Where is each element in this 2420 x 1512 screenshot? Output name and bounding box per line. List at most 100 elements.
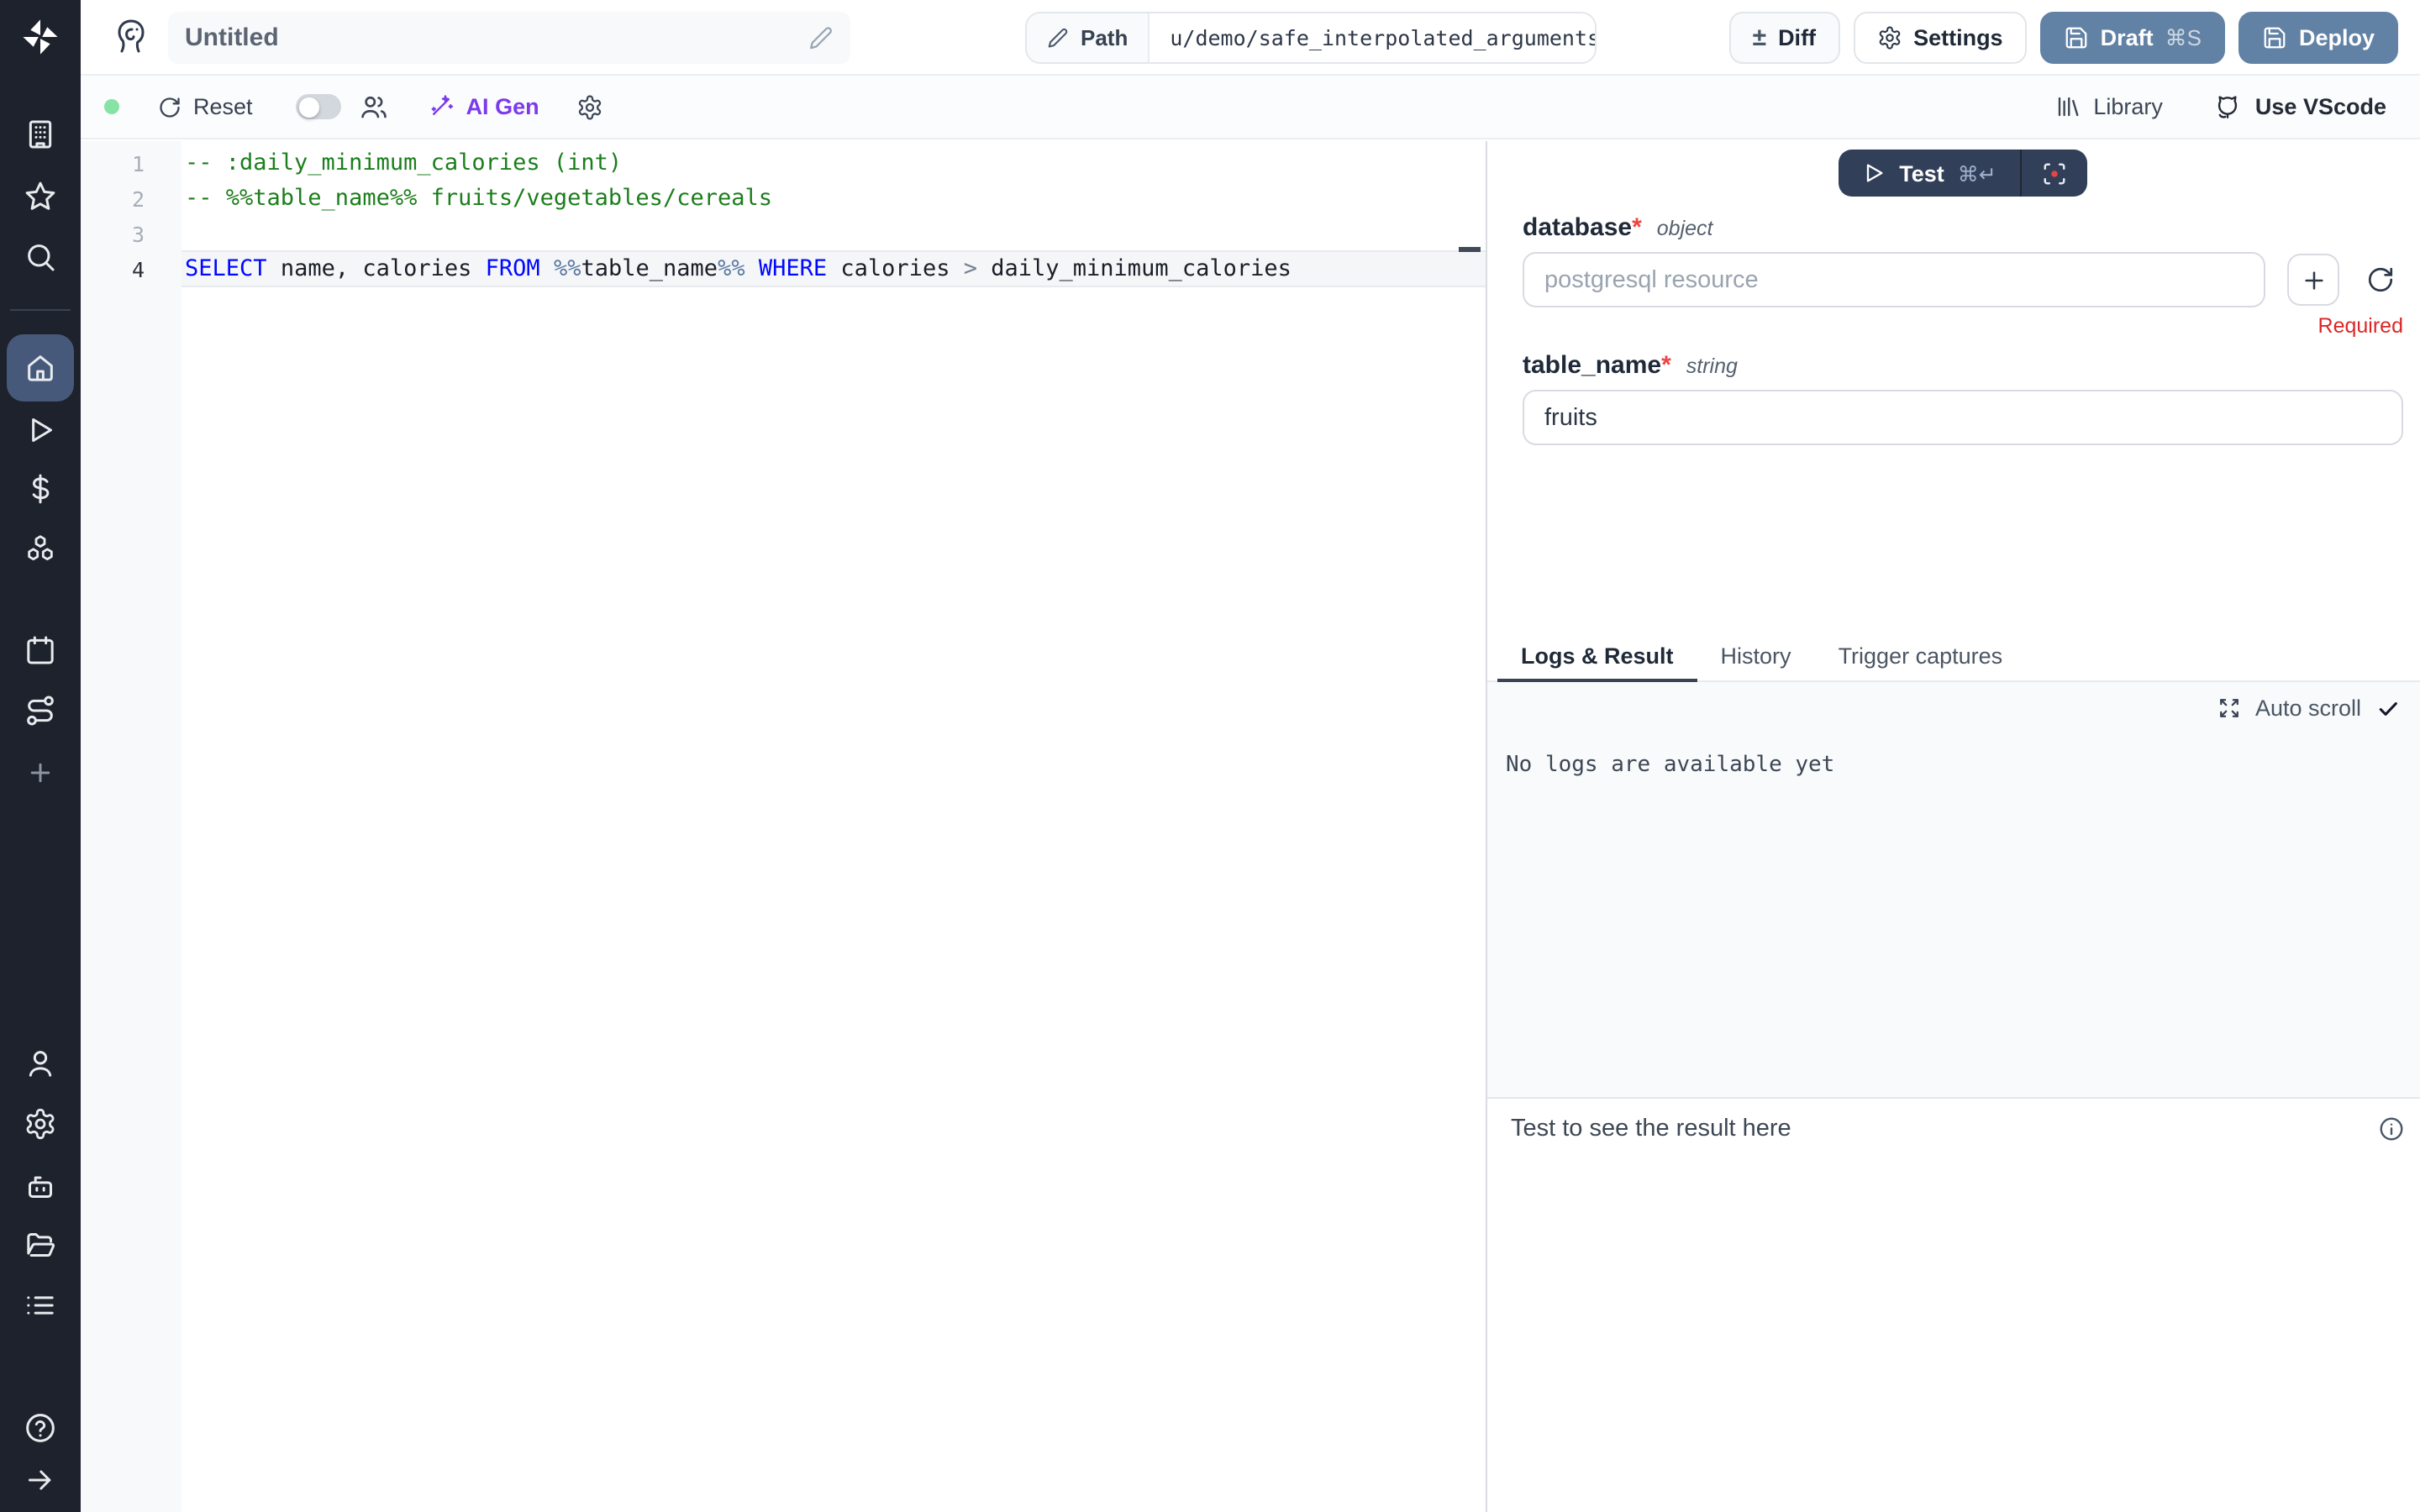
required-asterisk: * [1661, 351, 1671, 380]
required-note: Required [1523, 314, 2403, 339]
workspace: 1 2 3 4 -- :daily_minimum_calories (int)… [81, 141, 2420, 1512]
plus-icon [2300, 266, 2327, 293]
plus-icon [25, 758, 55, 788]
preview-bottom-panel: Logs & Result History Trigger captures [1487, 633, 2420, 1512]
settings-button[interactable]: Settings [1853, 12, 2027, 64]
user-icon [24, 1047, 57, 1080]
pencil-icon [1047, 27, 1069, 49]
windmill-logo[interactable] [7, 3, 74, 71]
diff-button[interactable]: ± Diff [1729, 12, 1839, 64]
draft-button[interactable]: Draft ⌘S [2040, 12, 2225, 64]
field-label: database [1523, 213, 1632, 242]
sidebar-item-home[interactable] [7, 334, 74, 402]
table-name-input[interactable] [1523, 390, 2403, 445]
refresh-icon [2365, 265, 2394, 294]
topbar-actions: ± Diff Settings Draft ⌘S [1729, 12, 2398, 64]
sidebar-item-users[interactable] [7, 1030, 74, 1097]
building-icon [24, 118, 57, 151]
sidebar-divider [10, 309, 71, 311]
diff-mode-toggle[interactable] [297, 94, 342, 119]
tab-logs-result[interactable]: Logs & Result [1497, 633, 1697, 682]
editor-toolbar: Reset AI Gen [81, 76, 2420, 139]
reset-button[interactable]: Reset [158, 94, 253, 119]
postgresql-icon [111, 17, 151, 57]
sidebar-item-resources[interactable] [7, 516, 74, 583]
library-icon [2054, 94, 2080, 119]
star-icon [24, 180, 57, 213]
sidebar-item-variables[interactable] [7, 455, 74, 522]
right-panel: Test ⌘↵ [1487, 141, 2420, 1512]
script-title-field[interactable]: Untitled [168, 11, 850, 63]
sidebar-item-workspace[interactable] [7, 101, 74, 168]
wand-sparkles-icon [429, 94, 455, 119]
line-number: 3 [81, 217, 182, 252]
left-sidebar [0, 0, 81, 1512]
editor-gutter [81, 141, 182, 1512]
sidebar-item-workers[interactable] [7, 1152, 74, 1220]
deploy-button[interactable]: Deploy [2238, 12, 2398, 64]
windmill-logo-icon [18, 15, 62, 59]
folder-open-icon [24, 1228, 57, 1262]
draft-shortcut: ⌘S [2165, 24, 2202, 51]
sidebar-collapse-button[interactable] [7, 1446, 74, 1512]
top-bar: Untitled Path u/demo/safe_interpolated_a… [81, 0, 2420, 76]
check-icon [2376, 696, 2400, 720]
auto-scroll-checkbox[interactable] [2376, 696, 2400, 720]
expand-icon [2218, 697, 2240, 719]
robot-icon [24, 1169, 57, 1203]
capture-frame-icon [2042, 160, 2067, 186]
help-circle-icon [24, 1411, 57, 1445]
tab-trigger-captures[interactable]: Trigger captures [1815, 633, 2027, 682]
save-icon [2262, 25, 2287, 50]
add-resource-button[interactable] [2287, 254, 2339, 306]
gear-icon [24, 1107, 57, 1141]
search-icon [24, 240, 57, 274]
route-icon [24, 694, 57, 727]
main-area: Untitled Path u/demo/safe_interpolated_a… [81, 0, 2420, 1512]
sidebar-item-favorites[interactable] [7, 163, 74, 230]
status-dot [104, 99, 119, 114]
sidebar-item-flows[interactable] [7, 677, 74, 744]
library-button[interactable]: Library [2054, 94, 2163, 119]
sidebar-item-schedules[interactable] [7, 617, 74, 684]
script-settings-icon[interactable] [576, 93, 603, 120]
sidebar-item-search[interactable] [7, 223, 74, 291]
sidebar-item-add[interactable] [7, 739, 74, 806]
code-editor[interactable]: 1 2 3 4 -- :daily_minimum_calories (int)… [81, 141, 1486, 1512]
tab-history[interactable]: History [1697, 633, 1815, 682]
preview-tabs: Logs & Result History Trigger captures [1487, 633, 2420, 682]
edit-title-pencil-icon[interactable] [808, 24, 834, 50]
users-icon [360, 92, 389, 121]
expand-logs-button[interactable] [2218, 697, 2240, 719]
calendar-icon [24, 633, 57, 667]
toggle-knob [299, 97, 319, 117]
database-input[interactable] [1523, 252, 2265, 307]
sidebar-item-runs[interactable] [7, 396, 74, 464]
sidebar-item-settings[interactable] [7, 1090, 74, 1158]
sidebar-item-audit-logs[interactable] [7, 1272, 74, 1339]
logs-empty-message: No logs are available yet [1506, 753, 1834, 778]
table-name-field-label-row: table_name* string [1523, 351, 2403, 380]
code-line-1: -- :daily_minimum_calories (int) [185, 146, 1486, 181]
ai-gen-button[interactable]: AI Gen [429, 94, 539, 119]
path-field[interactable]: Path u/demo/safe_interpolated_arguments [1025, 12, 1597, 64]
code-line-4: SELECT name, calories FROM %%table_name%… [185, 252, 1486, 287]
home-icon [24, 351, 57, 385]
preview-form: Test ⌘↵ [1487, 150, 2420, 445]
gear-icon [576, 93, 603, 120]
line-number: 2 [81, 181, 182, 217]
plus-minus-icon: ± [1753, 25, 1766, 50]
test-button[interactable]: Test ⌘↵ [1839, 150, 2020, 197]
capture-test-button[interactable] [2022, 150, 2087, 197]
dollar-sign-icon [24, 472, 57, 506]
path-label: Path [1081, 25, 1128, 50]
sidebar-item-folders[interactable] [7, 1211, 74, 1278]
use-vscode-button[interactable]: Use VScode [2213, 92, 2386, 121]
line-number: 1 [81, 146, 182, 181]
info-icon[interactable] [2378, 1116, 2405, 1142]
refresh-resources-button[interactable] [2356, 256, 2403, 303]
windmill-script-editor: Untitled Path u/demo/safe_interpolated_a… [0, 0, 2420, 1512]
play-icon [1862, 161, 1886, 185]
line-number-active: 4 [81, 252, 182, 287]
collaborators-icon[interactable] [360, 92, 389, 121]
